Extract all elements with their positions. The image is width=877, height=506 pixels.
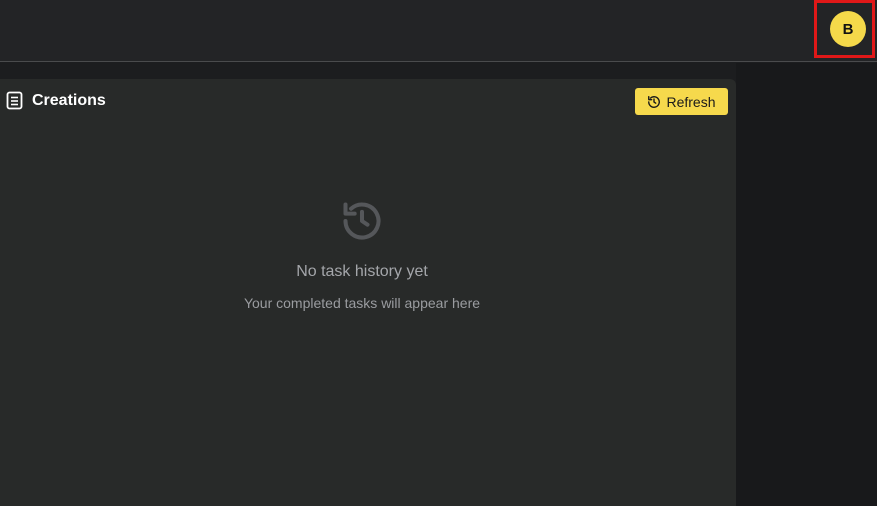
document-icon bbox=[6, 91, 23, 110]
panel-title: Creations bbox=[32, 91, 106, 109]
empty-state-title: No task history yet bbox=[296, 263, 428, 280]
empty-state: No task history yet Your completed tasks… bbox=[0, 199, 724, 311]
right-empty-area bbox=[736, 63, 877, 506]
refresh-button[interactable]: Refresh bbox=[635, 88, 728, 115]
panel-header: Creations bbox=[6, 91, 106, 110]
top-bar bbox=[0, 0, 877, 62]
empty-state-subtitle: Your completed tasks will appear here bbox=[243, 295, 481, 311]
annotation-highlight-box bbox=[814, 0, 875, 58]
refresh-label: Refresh bbox=[666, 93, 716, 110]
history-icon bbox=[343, 202, 381, 240]
history-icon bbox=[648, 95, 661, 108]
creations-panel: Creations Refresh No task history yet Yo… bbox=[0, 79, 736, 506]
